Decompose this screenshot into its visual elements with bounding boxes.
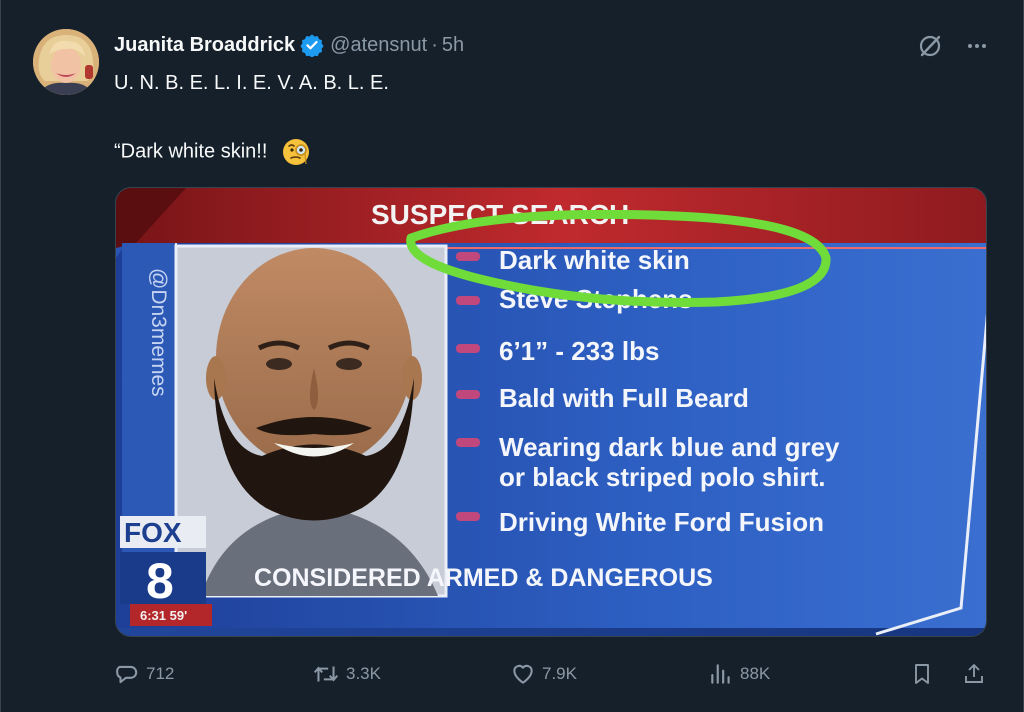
repost-count: 3.3K [346,664,381,683]
channel-name-text: FOX [124,517,182,548]
repost-icon [313,666,339,682]
monocle-face-emoji-icon [281,137,311,167]
bookmark-icon [915,664,929,684]
more-icon[interactable] [965,34,989,63]
list-item: Bald with Full Beard [499,383,749,413]
reply-button[interactable]: 712 [114,661,174,687]
fox8-logo: FOX 8 6:31 59' [120,516,212,626]
post-text-line-2: “Dark white skin!! [114,137,311,167]
clock-text: 6:31 59' [140,608,187,623]
reply-count: 712 [146,664,175,683]
share-button[interactable] [962,661,986,687]
post-time[interactable]: 5h [442,34,464,57]
views-button[interactable]: 88K [708,661,770,687]
header-actions [917,33,989,64]
author-name[interactable]: Juanita Broaddrick [114,34,295,57]
tweet-card: Juanita Broaddrick @atensnut · 5h U. N. … [0,0,1024,712]
tweet-header: Juanita Broaddrick @atensnut · 5h [114,32,464,58]
watermark-text: @Dn3memes [147,268,170,397]
bookmark-button[interactable] [910,661,934,687]
action-bar: 712 3.3K 7.9K 88K [114,661,994,691]
post-text-quote: “Dark white skin!! [114,140,268,163]
reply-icon [116,665,138,684]
verified-badge-icon [300,33,324,58]
like-button[interactable]: 7.9K [510,661,577,687]
list-item: Wearing dark blue and grey [499,432,840,462]
channel-number-text: 8 [146,553,174,609]
header-separator: · [431,33,438,56]
avatar[interactable] [33,29,99,95]
list-item: Dark white skin [499,245,690,275]
list-item: or black striped polo shirt. [499,462,826,492]
like-count: 7.9K [542,664,577,683]
share-icon [965,664,983,683]
author-handle[interactable]: @atensnut [330,34,427,57]
post-media-image[interactable]: @Dn3memes SUSPECT SEARCH Dark white skin… [115,187,987,637]
footer-warning-text: CONSIDERED ARMED & DANGEROUS [254,564,713,592]
like-icon [513,664,533,684]
views-count: 88K [740,664,771,683]
repost-button[interactable]: 3.3K [312,661,381,687]
views-icon [711,664,730,684]
grok-icon[interactable] [917,33,943,64]
list-item: 6’1” - 233 lbs [499,336,659,366]
post-text-line-1: U. N. B. E. L. I. E. V. A. B. L. E. [114,72,389,94]
list-item: Driving White Ford Fusion [499,507,824,537]
